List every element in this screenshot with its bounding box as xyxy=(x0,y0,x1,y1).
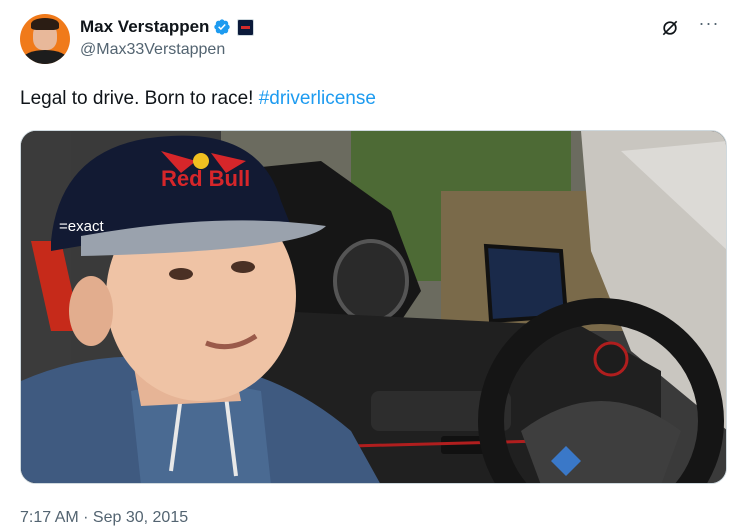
tweet-text: Legal to drive. Born to race! #driverlic… xyxy=(20,88,376,110)
cap-logo-text: Red Bull xyxy=(161,166,250,191)
verified-badge-icon xyxy=(214,19,231,35)
affiliation-badge-icon[interactable] xyxy=(237,18,255,36)
tweet-photo[interactable]: Red Bull =exact xyxy=(20,130,727,484)
tweet-header: Max Verstappen @Max33Verstappen ··· xyxy=(20,14,720,66)
author-info: Max Verstappen @Max33Verstappen xyxy=(80,16,255,59)
author-handle[interactable]: @Max33Verstappen xyxy=(80,41,254,59)
avatar[interactable] xyxy=(20,14,70,64)
tweet-body: Legal to drive. Born to race! xyxy=(20,88,259,109)
more-options-icon[interactable]: ··· xyxy=(698,14,720,38)
hashtag-link[interactable]: #driverlicense xyxy=(259,88,376,109)
author-display-name[interactable]: Max Verstappen xyxy=(80,17,209,37)
grok-icon[interactable] xyxy=(660,18,680,38)
tweet-timestamp[interactable]: 7:17 AM · Sep 30, 2015 xyxy=(20,509,188,527)
cap-side-text: =exact xyxy=(59,218,104,235)
